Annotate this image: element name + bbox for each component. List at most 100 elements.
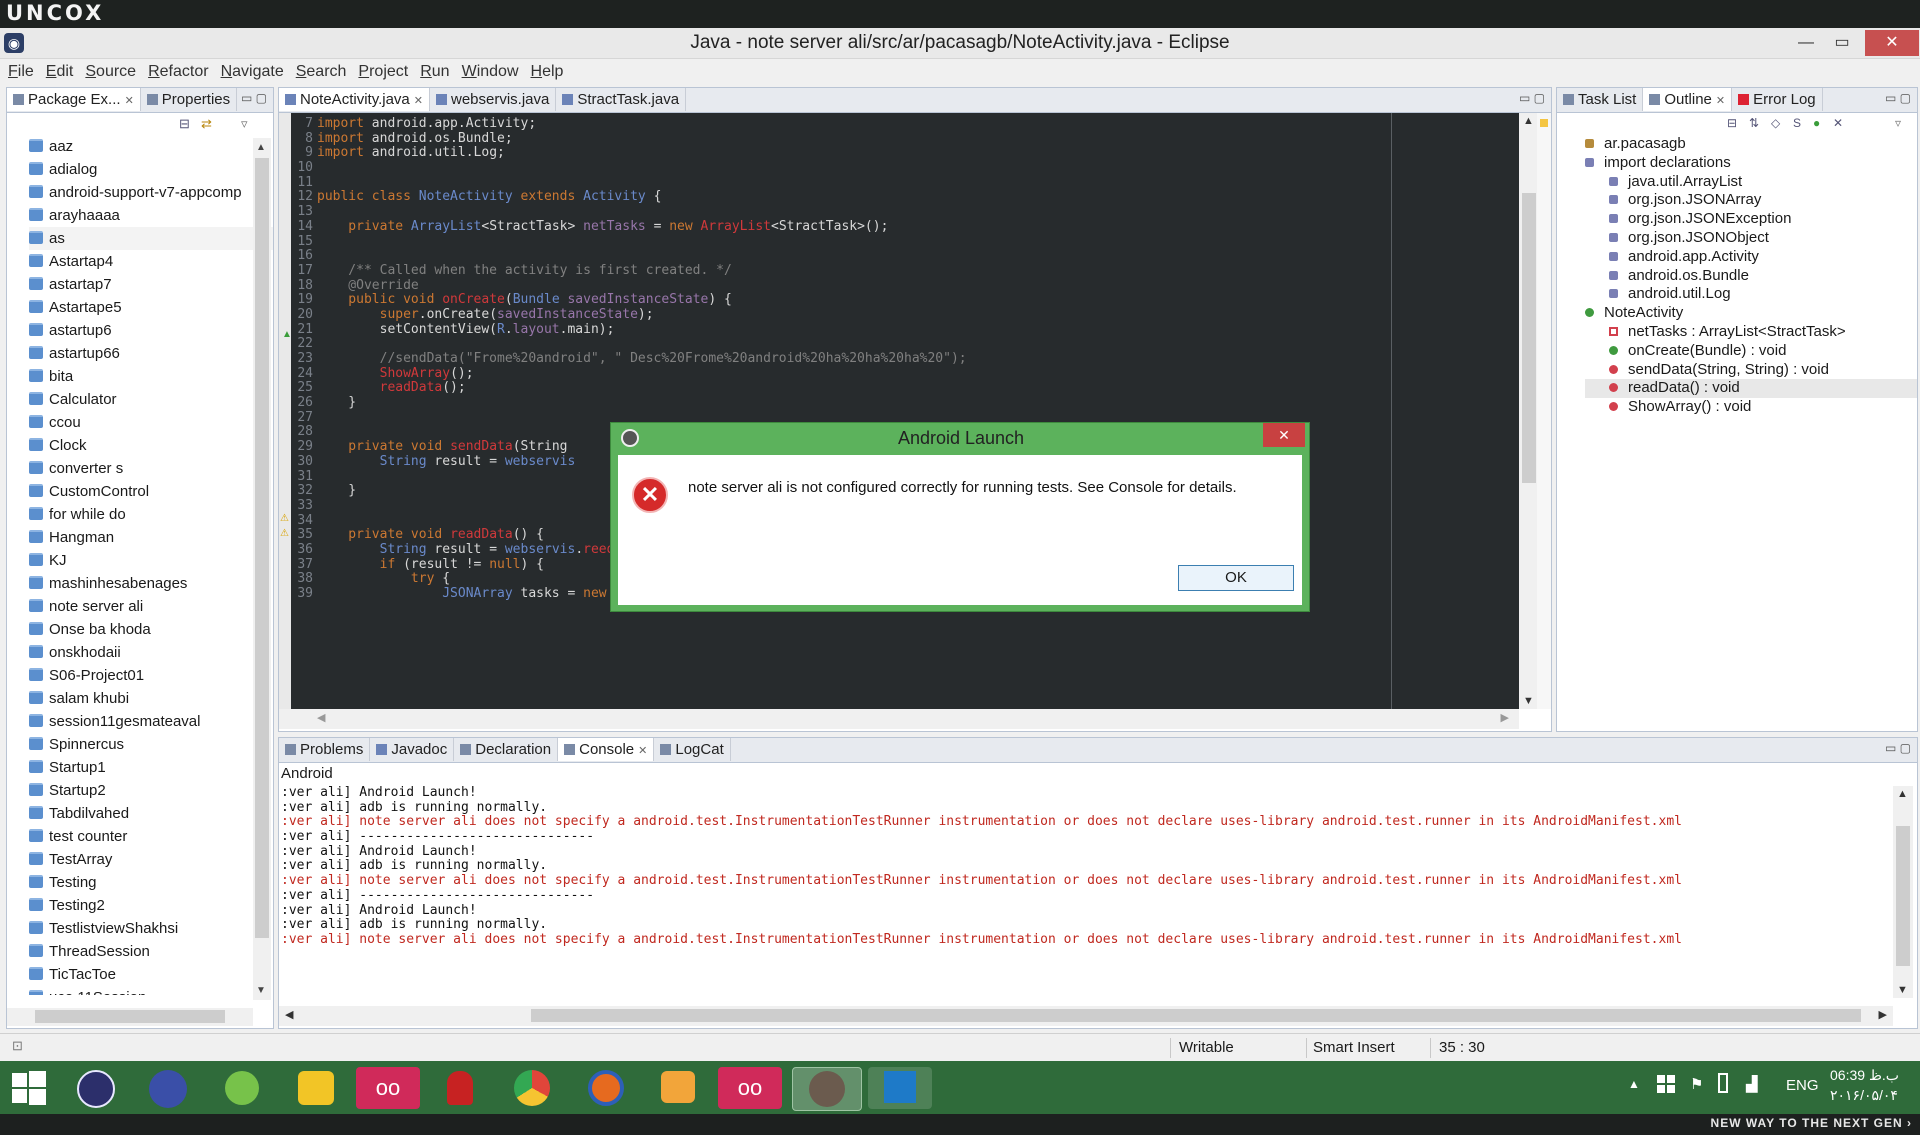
editor-tab-0[interactable]: NoteActivity.java ✕ <box>279 88 430 111</box>
editor-scroll-thumb[interactable] <box>1522 193 1536 483</box>
tree-item[interactable]: android-support-v7-appcomp <box>29 181 273 204</box>
console-minmax-icons[interactable]: ▭ ▢ <box>1885 741 1911 755</box>
app-icon[interactable] <box>290 1067 342 1109</box>
tree-item[interactable]: Spinnercus <box>29 733 273 756</box>
language-indicator[interactable]: ENG <box>1786 1077 1819 1094</box>
tree-item[interactable]: aaz <box>29 135 273 158</box>
dialog-close-button[interactable]: ✕ <box>1263 423 1305 447</box>
tree-item[interactable]: mashinhesabenages <box>29 572 273 595</box>
firefox-icon[interactable] <box>580 1067 632 1109</box>
flag-icon[interactable]: ⚑ <box>1690 1075 1703 1093</box>
menu-navigate[interactable]: Navigate <box>221 59 284 85</box>
console-tab-1[interactable]: Javadoc <box>370 738 455 761</box>
menu-search[interactable]: Search <box>296 59 347 85</box>
outline-item[interactable]: android.util.Log <box>1585 285 1917 304</box>
android-studio-icon[interactable] <box>216 1067 268 1109</box>
console-tab-3[interactable]: Console ✕ <box>558 738 655 761</box>
menu-project[interactable]: Project <box>358 59 408 85</box>
outline-item[interactable]: onCreate(Bundle) : void <box>1585 342 1917 361</box>
tree-item[interactable]: Astartape5 <box>29 296 273 319</box>
chrome-icon[interactable] <box>506 1067 558 1109</box>
hide-nonpublic-icon[interactable]: ● <box>1813 116 1820 130</box>
intellij-icon[interactable] <box>868 1067 932 1109</box>
console-tab-0[interactable]: Problems <box>279 738 371 761</box>
menu-edit[interactable]: Edit <box>46 59 74 85</box>
hide-static-icon[interactable]: S <box>1793 116 1801 130</box>
tree-item[interactable]: Tabdilvahed <box>29 802 273 825</box>
tree-vertical-scrollbar[interactable]: ▲ ▼ <box>253 138 271 1000</box>
maximize-button[interactable]: ▭ <box>1818 30 1866 56</box>
code-editor[interactable]: ▲ ⚠ ⚠ 7 import android.app.Activity; 8 impo… <box>279 113 1539 709</box>
tree-item[interactable]: TestlistviewShakhsi <box>29 917 273 940</box>
tree-item[interactable]: Calculator <box>29 388 273 411</box>
outline-tab-2[interactable]: Error Log <box>1732 88 1823 111</box>
show-hidden-icons-icon[interactable]: ▲ <box>1628 1077 1640 1091</box>
outline-item[interactable]: android.os.Bundle <box>1585 267 1917 286</box>
tree-item[interactable]: TestArray <box>29 848 273 871</box>
package-explorer-tab-0[interactable]: Package Ex... ✕ <box>7 88 141 111</box>
outline-item[interactable]: java.util.ArrayList <box>1585 173 1917 192</box>
close-button[interactable]: ✕ <box>1865 30 1919 56</box>
eclipse-active-icon[interactable] <box>792 1067 862 1111</box>
tree-item[interactable]: astartup66 <box>29 342 273 365</box>
tree-item[interactable]: as <box>29 227 273 250</box>
tree-item[interactable]: Hangman <box>29 526 273 549</box>
sort-icon[interactable]: ⇅ <box>1749 116 1759 130</box>
close-tab-icon[interactable]: ✕ <box>125 95 134 107</box>
close-tab-icon[interactable]: ✕ <box>414 95 423 107</box>
hide-local-types-icon[interactable]: ✕ <box>1833 116 1843 130</box>
console-tab-4[interactable]: LogCat <box>654 738 731 761</box>
clock-time[interactable]: 06:39 ب.ظ <box>1830 1067 1920 1084</box>
menu-file[interactable]: File <box>8 59 34 85</box>
outline-item[interactable]: import declarations <box>1585 154 1917 173</box>
tree-item[interactable]: session11gesmateaval <box>29 710 273 733</box>
close-tab-icon[interactable]: ✕ <box>638 745 647 757</box>
console-horizontal-scrollbar[interactable]: ◀ ▶ <box>279 1006 1893 1026</box>
editor-horizontal-scrollbar[interactable]: ◀ ▶ <box>279 709 1519 729</box>
tree-item[interactable]: KJ <box>29 549 273 572</box>
collapse-all-icon[interactable]: ⊟ <box>179 116 190 132</box>
hide-fields-icon[interactable]: ◇ <box>1771 116 1780 130</box>
editor-minmax-icons[interactable]: ▭ ▢ <box>1519 91 1545 105</box>
package-explorer-minmax-icons[interactable]: ▭ ▢ <box>241 91 267 105</box>
console-tab-2[interactable]: Declaration <box>454 738 559 761</box>
tree-item[interactable]: Onse ba khoda <box>29 618 273 641</box>
tree-item[interactable]: astartup6 <box>29 319 273 342</box>
close-tab-icon[interactable]: ✕ <box>1716 95 1725 107</box>
outline-item[interactable]: org.json.JSONObject <box>1585 229 1917 248</box>
menu-window[interactable]: Window <box>462 59 519 85</box>
menu-source[interactable]: Source <box>85 59 136 85</box>
editor-vertical-scrollbar[interactable]: ▲ ▼ <box>1519 113 1539 709</box>
outline-item[interactable]: org.json.JSONException <box>1585 210 1917 229</box>
tree-item[interactable]: ccou <box>29 411 273 434</box>
tree-item[interactable]: S06-Project01 <box>29 664 273 687</box>
outline-tab-1[interactable]: Outline ✕ <box>1643 88 1733 111</box>
outline-item[interactable]: org.json.JSONArray <box>1585 191 1917 210</box>
eclipse-icon[interactable] <box>70 1067 122 1109</box>
tree-item[interactable]: test counter <box>29 825 273 848</box>
outline-item[interactable]: NoteActivity <box>1585 304 1917 323</box>
outline-item[interactable]: readData() : void <box>1585 379 1917 399</box>
tree-item[interactable]: arayhaaaa <box>29 204 273 227</box>
tree-item[interactable]: onskhodaii <box>29 641 273 664</box>
outline-tab-0[interactable]: Task List <box>1557 88 1644 111</box>
package-explorer-tab-1[interactable]: Properties <box>141 88 238 111</box>
tree-item[interactable]: converter s <box>29 457 273 480</box>
outline-item[interactable]: ar.pacasagb <box>1585 135 1917 154</box>
tree-item[interactable]: bita <box>29 365 273 388</box>
view-menu-icon[interactable]: ▿ <box>1895 116 1901 130</box>
tree-item[interactable]: salam khubi <box>29 687 273 710</box>
eclipse-globe-icon[interactable] <box>142 1067 194 1109</box>
oo-app-icon-2[interactable]: oo <box>718 1067 782 1109</box>
console-output[interactable]: :ver ali] Android Launch!:ver ali] adb i… <box>281 786 1891 998</box>
link-editor-icon[interactable]: ⇄ <box>201 116 212 132</box>
tree-scroll-thumb[interactable] <box>255 158 269 938</box>
outline-item[interactable]: ShowArray() : void <box>1585 398 1917 417</box>
clock-date[interactable]: ۲۰۱۶/۰۵/۰۴ <box>1830 1087 1920 1104</box>
oo-app-icon[interactable]: oo <box>356 1067 420 1109</box>
tree-item[interactable]: Testing2 <box>29 894 273 917</box>
tree-item[interactable]: ThreadSession <box>29 940 273 963</box>
tree-item[interactable]: adialog <box>29 158 273 181</box>
editor-tab-2[interactable]: StractTask.java <box>556 88 687 111</box>
action-center-icon[interactable] <box>1657 1075 1675 1093</box>
